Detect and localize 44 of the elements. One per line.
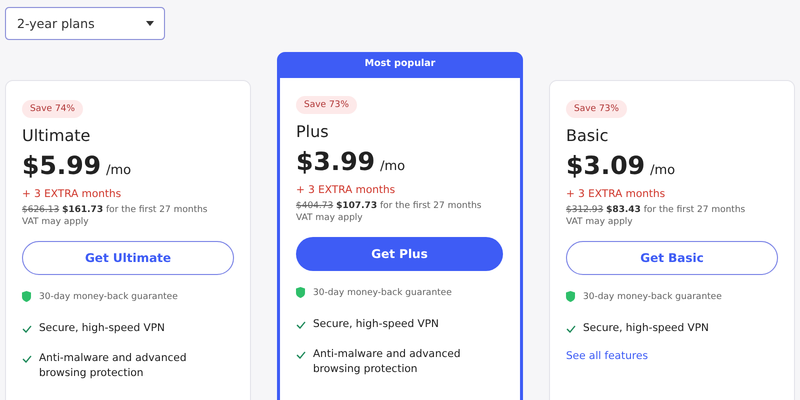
price-period: /mo [650, 163, 676, 178]
check-icon [22, 355, 32, 363]
shield-icon [22, 291, 31, 302]
vat-note: VAT may apply [566, 217, 634, 227]
extra-months: + 3 EXTRA months [296, 184, 396, 196]
period-dropdown[interactable]: 2-year plans [5, 7, 165, 40]
plan-button[interactable]: Get Plus [296, 237, 503, 271]
plan-name: Ultimate [22, 126, 92, 145]
vat-note: VAT may apply [22, 217, 90, 227]
feature-text: Anti-malware and advanced browsing protection [39, 351, 188, 381]
check-icon [296, 321, 306, 329]
extra-months: + 3 EXTRA months [22, 188, 122, 200]
plan-name: Plus [296, 122, 330, 141]
price: $3.99 [296, 147, 376, 176]
price-period: /mo [380, 159, 406, 174]
discount-badge: Save 74% [22, 100, 83, 118]
billing-text: $404.73 $107.73 for the first 27 months [296, 201, 482, 211]
vat-note: VAT may apply [296, 213, 364, 223]
shield-icon [296, 287, 305, 298]
feature-text: Secure, high-speed VPN [313, 317, 439, 332]
check-icon [296, 351, 306, 359]
plan-button[interactable]: Get Basic [566, 241, 778, 275]
extra-months: + 3 EXTRA months [566, 188, 666, 200]
plan-name: Basic [566, 126, 610, 145]
guarantee-text: 30-day money-back guarantee [583, 292, 722, 302]
price: $3.09 [566, 151, 646, 180]
discount-badge: Save 73% [566, 100, 627, 118]
feature-text: Secure, high-speed VPN [583, 321, 709, 336]
billing-text: $312.93 $83.43 for the first 27 months [566, 205, 746, 215]
caret-icon [146, 21, 154, 26]
plan-button[interactable]: Get Ultimate [22, 241, 234, 275]
guarantee-text: 30-day money-back guarantee [313, 288, 452, 298]
discount-badge: Save 73% [296, 96, 357, 114]
feature-text: Anti-malware and advanced browsing protection [313, 347, 462, 377]
feature-text: Secure, high-speed VPN [39, 321, 165, 336]
billing-text: $626.13 $161.73 for the first 27 months [22, 205, 208, 215]
most-popular-banner: Most popular [277, 52, 523, 78]
price-period: /mo [106, 163, 132, 178]
check-icon [566, 325, 576, 333]
check-icon [22, 325, 32, 333]
price: $5.99 [22, 151, 102, 180]
shield-icon [566, 291, 575, 302]
see-all-features-link[interactable]: See all features [566, 350, 648, 362]
guarantee-text: 30-day money-back guarantee [39, 292, 178, 302]
